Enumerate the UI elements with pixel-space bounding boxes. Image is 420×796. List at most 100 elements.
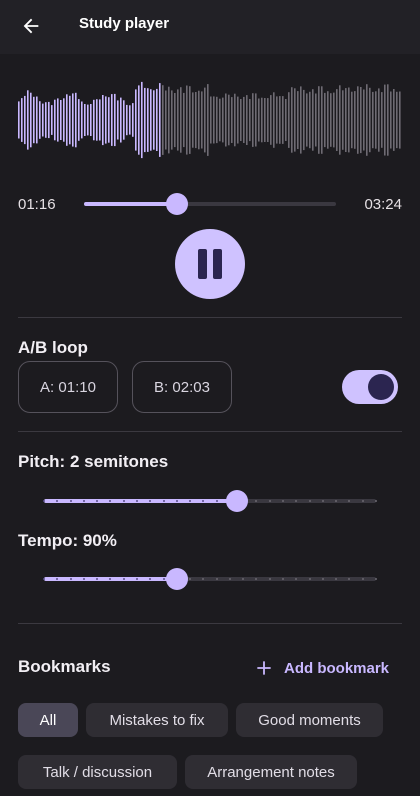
- waveform-bar: [396, 91, 398, 149]
- waveform-bar: [291, 87, 293, 153]
- tempo-slider[interactable]: [43, 567, 377, 591]
- waveform-bar: [87, 104, 89, 136]
- waveform-bar: [267, 98, 269, 142]
- waveform-bar: [150, 89, 152, 151]
- waveform-bar: [366, 84, 368, 156]
- waveform-bar: [246, 95, 248, 145]
- slider-tick: [82, 578, 85, 580]
- slider-tick: [268, 578, 271, 580]
- waveform-bar: [369, 87, 371, 153]
- waveform-bar: [159, 83, 161, 157]
- divider: [18, 623, 402, 624]
- waveform-bar: [324, 92, 326, 148]
- waveform-bar: [375, 91, 377, 149]
- waveform-bar: [270, 95, 272, 145]
- waveform-bar: [222, 97, 224, 143]
- waveform-bar: [177, 89, 179, 151]
- waveform-bar: [360, 87, 362, 154]
- waveform-bar: [273, 92, 275, 148]
- waveform-bar: [213, 96, 215, 144]
- waveform-bar: [93, 99, 95, 141]
- waveform-bar: [228, 94, 230, 146]
- slider-tick: [215, 500, 218, 502]
- slider-tick: [122, 578, 125, 580]
- waveform[interactable]: [18, 75, 402, 165]
- bookmarks-title: Bookmarks: [18, 657, 111, 676]
- waveform-bar: [48, 101, 50, 139]
- loop-toggle[interactable]: [342, 370, 398, 404]
- chip-mistakes[interactable]: Mistakes to fix: [86, 703, 228, 737]
- chip-all[interactable]: All: [18, 703, 78, 737]
- waveform-bar: [327, 91, 329, 149]
- loop-b-button[interactable]: B: 02:03: [132, 361, 232, 413]
- slider-tick: [268, 500, 271, 502]
- waveform-bar: [255, 93, 257, 147]
- waveform-bar: [258, 98, 260, 142]
- pitch-label: Pitch: 2 semitones: [18, 452, 169, 471]
- arrow-left-icon: [23, 18, 39, 34]
- waveform-bar: [201, 91, 203, 149]
- waveform-bar: [96, 99, 98, 141]
- waveform-bar: [153, 90, 155, 150]
- slider-tick: [135, 578, 138, 580]
- pitch-thumb[interactable]: [225, 490, 248, 512]
- waveform-bar: [354, 91, 356, 149]
- waveform-bar: [237, 96, 239, 144]
- slider-tick: [375, 578, 377, 580]
- waveform-bar: [399, 91, 401, 149]
- waveform-bar: [183, 92, 185, 148]
- divider: [18, 317, 402, 318]
- waveform-bar: [90, 104, 92, 136]
- chip-good-moments[interactable]: Good moments: [236, 703, 383, 737]
- waveform-bar: [123, 100, 125, 140]
- waveform-bar: [336, 89, 338, 151]
- seek-thumb[interactable]: [166, 193, 189, 215]
- waveform-bar: [279, 96, 281, 144]
- waveform-bar: [36, 96, 38, 144]
- waveform-bar: [42, 103, 44, 137]
- waveform-bar: [63, 98, 65, 142]
- waveform-bar: [78, 99, 80, 141]
- waveform-bar: [252, 93, 254, 147]
- waveform-bar: [180, 87, 182, 153]
- waveform-bar: [69, 95, 71, 145]
- slider-tick: [321, 500, 324, 502]
- pause-icon: [198, 249, 222, 279]
- chip-talk[interactable]: Talk / discussion: [18, 755, 177, 789]
- waveform-bar: [363, 89, 365, 151]
- waveform-bar: [126, 104, 128, 136]
- back-button[interactable]: [14, 11, 48, 41]
- tempo-thumb[interactable]: [165, 568, 188, 590]
- add-bookmark-button[interactable]: Add bookmark: [256, 655, 389, 681]
- waveform-bar: [234, 93, 236, 147]
- waveform-bar: [264, 98, 266, 142]
- waveform-bar: [261, 97, 263, 143]
- waveform-bar: [300, 86, 302, 154]
- waveform-bar: [99, 99, 101, 141]
- slider-tick: [308, 500, 311, 502]
- waveform-bar: [174, 93, 176, 148]
- waveform-bar: [282, 96, 284, 144]
- pause-button[interactable]: [175, 229, 245, 299]
- chip-arrangement[interactable]: Arrangement notes: [185, 755, 357, 789]
- waveform-bar: [141, 81, 143, 159]
- seek-progress: [84, 202, 178, 206]
- waveform-bar: [378, 88, 380, 152]
- slider-tick: [308, 578, 311, 580]
- pitch-slider[interactable]: [43, 489, 377, 513]
- loop-a-button[interactable]: A: 01:10: [18, 361, 118, 413]
- waveform-bar: [60, 100, 62, 140]
- seek-slider[interactable]: [84, 192, 336, 216]
- waveform-bar: [297, 91, 299, 149]
- slider-tick: [43, 578, 45, 580]
- waveform-bar: [186, 85, 188, 155]
- current-time: 01:16: [18, 196, 56, 213]
- waveform-bar: [168, 86, 170, 154]
- waveform-bar: [54, 99, 56, 141]
- waveform-bar: [147, 88, 149, 152]
- waveform-bar: [84, 104, 86, 136]
- waveform-bar: [393, 89, 395, 151]
- waveform-bar: [225, 93, 227, 147]
- waveform-bar: [339, 85, 341, 155]
- waveform-bar: [219, 98, 221, 142]
